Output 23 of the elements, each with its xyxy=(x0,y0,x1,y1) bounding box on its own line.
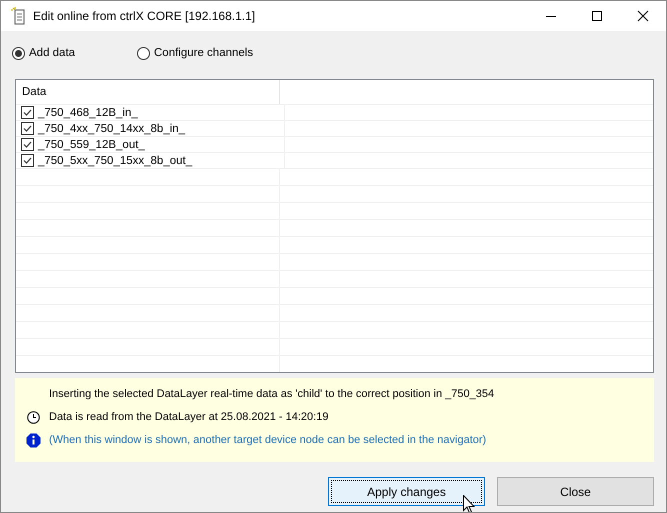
data-item[interactable]: _750_468_12B_in_ xyxy=(38,106,138,118)
window-title: Edit online from ctrlX CORE [192.168.1.1] xyxy=(33,9,256,23)
checkbox[interactable] xyxy=(21,106,34,119)
data-item[interactable]: _750_4xx_750_14xx_8b_in_ xyxy=(38,122,186,134)
checkbox[interactable] xyxy=(21,122,34,135)
maximize-icon[interactable] xyxy=(591,10,603,22)
data-item[interactable]: _750_559_12B_out_ xyxy=(38,138,145,150)
close-icon[interactable] xyxy=(637,10,649,22)
info-text: Data is read from the DataLayer at 25.08.2021 - 14:20:19 xyxy=(49,411,328,423)
mode-radio[interactable]: Add data xyxy=(12,46,140,60)
close-button[interactable]: Close xyxy=(497,477,654,506)
info-text: (When this window is shown, another target device node can be selected in the navigator) xyxy=(49,434,486,446)
document-icon xyxy=(11,7,27,25)
mode-radio[interactable]: Configure channels xyxy=(137,46,265,60)
info-icon xyxy=(26,432,40,448)
data-item[interactable]: _750_5xx_750_15xx_8b_out_ xyxy=(38,154,192,166)
checkbox[interactable] xyxy=(21,154,34,167)
info-text: Inserting the selected DataLayer real-time data as 'child' to the correct position in _750_354 xyxy=(49,388,494,400)
checkbox[interactable] xyxy=(21,138,34,151)
clock-icon xyxy=(26,410,40,424)
mouse-cursor-icon xyxy=(463,495,475,512)
apply-button[interactable]: Apply changes xyxy=(328,477,485,506)
column-header[interactable]: Data xyxy=(16,80,280,104)
